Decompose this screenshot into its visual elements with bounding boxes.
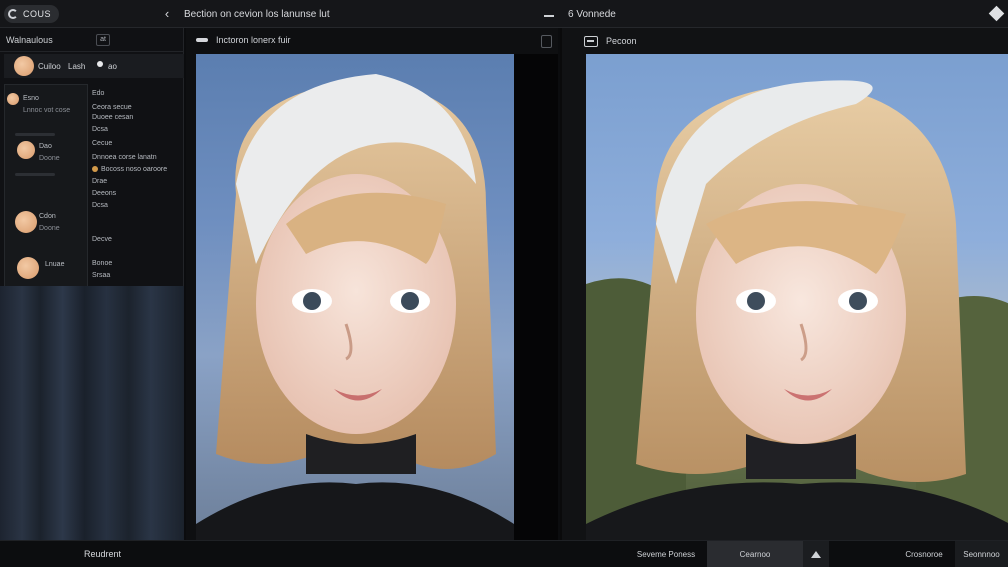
property-item[interactable]: Drae xyxy=(92,178,107,185)
center-panel-header: Inctoron lonerx fuir xyxy=(186,28,558,52)
minimize-button[interactable] xyxy=(542,8,556,20)
status-dot-icon xyxy=(92,166,98,172)
sidebar-title: Walnaulous xyxy=(6,35,53,45)
sidebar-preview-image xyxy=(0,286,184,540)
avatar xyxy=(7,93,19,105)
avatar xyxy=(17,141,35,159)
property-item[interactable]: Duoee cesan xyxy=(92,114,133,121)
status-label: Reudrent xyxy=(84,549,122,559)
diamond-menu-icon[interactable] xyxy=(988,5,1005,22)
selected-layer-row[interactable]: Cuiloo Lash ao xyxy=(4,54,184,78)
avatar xyxy=(15,211,37,233)
app-badge-label: COUS xyxy=(23,9,52,19)
visibility-dot-icon[interactable] xyxy=(97,61,103,67)
compare-button[interactable]: Cearnoo xyxy=(707,541,803,567)
layer-list: Esno Lnnoc vot cose Dao Doone Cdon Doone… xyxy=(4,84,88,308)
back-chevron-icon[interactable]: ‹ xyxy=(160,7,174,21)
layer-name: Cuiloo xyxy=(38,62,61,71)
avatar xyxy=(14,56,34,76)
right-panel: Pecoon xyxy=(560,28,1008,540)
portrait-illustration xyxy=(196,74,514,540)
property-item[interactable]: Dnnoea corse lanatn xyxy=(92,154,157,161)
crop-button[interactable]: Crosnoroe xyxy=(895,541,953,567)
top-bar: COUS ‹ Bection on cevion los lanunse lut… xyxy=(0,0,1008,28)
sidebar-tag-button[interactable]: at xyxy=(96,34,110,46)
layer-sub: Doone xyxy=(39,155,60,162)
left-status-area: Reudrent xyxy=(0,541,558,567)
layer-extra: ao xyxy=(108,62,117,71)
avatar xyxy=(17,257,39,279)
property-item[interactable]: Edo xyxy=(92,90,104,97)
layer-progress-bar xyxy=(15,133,55,136)
document-title: Bection on cevion los lanunse lut xyxy=(184,9,330,20)
property-item[interactable]: Bocoss noso oaroore xyxy=(92,166,167,173)
property-item[interactable]: Dcsa xyxy=(92,202,108,209)
layer-name: Cdon xyxy=(39,213,56,220)
property-label: Bocoss noso oaroore xyxy=(101,166,168,173)
image-panel-icon[interactable] xyxy=(584,36,598,47)
save-button[interactable]: Seonnnoo xyxy=(955,541,1008,567)
bottom-bar: Reudrent Seveme Poness Cearnoo Crosnoroe… xyxy=(0,540,1008,567)
property-item[interactable]: Deeons xyxy=(92,190,116,197)
original-image-canvas[interactable] xyxy=(196,54,514,540)
layer-name: Lnuae xyxy=(45,261,65,268)
layer-name: Esno xyxy=(23,95,39,102)
expand-up-icon[interactable] xyxy=(803,541,829,567)
right-panel-label: Pecoon xyxy=(606,36,637,46)
property-item[interactable]: Dcsa xyxy=(92,126,108,133)
sidebar-header: Walnaulous at xyxy=(0,28,184,52)
result-image-canvas[interactable] xyxy=(586,54,1008,540)
app-badge[interactable]: COUS xyxy=(4,5,60,23)
previous-button[interactable]: Seveme Poness xyxy=(628,541,704,567)
center-panel-label: Inctoron lonerx fuir xyxy=(216,35,291,45)
app-logo-icon xyxy=(8,9,18,19)
property-item[interactable]: Bonoe xyxy=(92,260,112,267)
property-item[interactable]: Decve xyxy=(92,236,112,243)
property-item[interactable]: Cecue xyxy=(92,140,112,147)
property-item[interactable]: Srsaa xyxy=(92,272,110,279)
layer-sub: Lnnoc vot cose xyxy=(23,107,71,114)
portrait-illustration xyxy=(586,80,1008,540)
panel-options-button[interactable] xyxy=(541,35,552,48)
panel-gutter xyxy=(514,54,558,540)
layer-sub: Lash xyxy=(68,62,86,71)
panel-handle-icon[interactable] xyxy=(196,38,208,42)
right-window-title: 6 Vonnede xyxy=(568,9,616,20)
layer-name: Dao xyxy=(39,143,52,150)
property-item[interactable]: Ceora secue xyxy=(92,104,132,111)
layer-sub: Doone xyxy=(39,225,60,232)
center-panel: Inctoron lonerx fuir xyxy=(186,28,558,540)
layer-progress-bar xyxy=(15,173,55,176)
left-sidebar: Walnaulous at Cuiloo Lash ao Esno Lnnoc … xyxy=(0,28,184,540)
